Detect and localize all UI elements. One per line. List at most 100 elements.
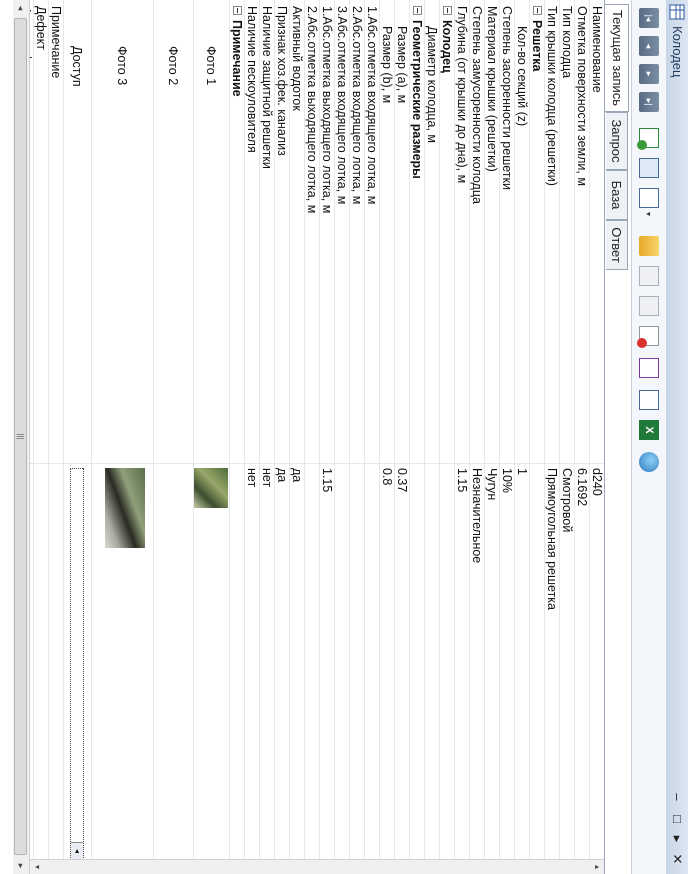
property-row[interactable]: Кол-во секций (z) 1 bbox=[514, 0, 529, 860]
property-value[interactable]: 10% bbox=[500, 468, 514, 493]
property-row[interactable]: Фото 3 bbox=[91, 0, 153, 860]
tab-query[interactable]: Запрос bbox=[606, 112, 628, 170]
property-row[interactable]: Фото 2 bbox=[153, 0, 193, 860]
tab-current-record[interactable]: Текущая запись bbox=[605, 4, 629, 112]
property-label: Фото 1 bbox=[204, 46, 218, 86]
property-value[interactable]: нет bbox=[245, 468, 259, 487]
property-row[interactable]: Размер (a), м 0.37 bbox=[394, 0, 409, 860]
property-value[interactable]: d240 bbox=[590, 468, 604, 496]
property-value[interactable]: 1.15 bbox=[455, 468, 469, 492]
close-button[interactable]: ✕ bbox=[667, 846, 687, 872]
collapse-icon[interactable] bbox=[443, 6, 452, 15]
group-row[interactable]: Примечание bbox=[229, 0, 244, 860]
app-window: Колодец – □ ▸ ✕ |◂ ◂ ▸ ▸| ▾ X Текущая за… bbox=[0, 0, 688, 874]
scroll-right-icon[interactable]: ▸ bbox=[13, 858, 29, 874]
tab-answer[interactable]: Ответ bbox=[606, 220, 628, 270]
property-value[interactable]: 0.8 bbox=[380, 468, 394, 485]
property-row[interactable]: Наличие пескоуловителя нет bbox=[244, 0, 259, 860]
collapse-icon[interactable] bbox=[233, 6, 242, 15]
property-row[interactable]: Степень засоренности решетки 10% bbox=[499, 0, 514, 860]
next-record-icon[interactable]: ▸ bbox=[639, 64, 659, 84]
excel-icon[interactable]: X bbox=[639, 420, 659, 440]
scroll-up-icon[interactable]: ▴ bbox=[590, 860, 604, 874]
find-dropdown-icon[interactable]: ▾ bbox=[644, 212, 653, 216]
property-row[interactable]: 2.Абс.отметка выходящего лотка, м bbox=[304, 0, 319, 860]
property-value[interactable]: нет bbox=[260, 468, 274, 487]
first-record-icon[interactable]: |◂ bbox=[639, 8, 659, 28]
property-value[interactable]: 1 bbox=[515, 468, 529, 475]
property-row[interactable]: 1.Абс.отметка входящего лотка, м bbox=[364, 0, 379, 860]
property-row[interactable]: Наличие защитной решетки нет bbox=[259, 0, 274, 860]
property-row[interactable]: 1.Абс.отметка выходящего лотка, м 1.15 bbox=[319, 0, 334, 860]
property-label: Геометрические размеры bbox=[410, 20, 424, 179]
property-row[interactable]: Тип колодца Смотровой bbox=[559, 0, 574, 860]
property-label: 1.Абс.отметка выходящего лотка, м bbox=[320, 6, 334, 214]
property-label: Доступ bbox=[70, 46, 84, 87]
property-value[interactable]: Чугун bbox=[485, 468, 499, 500]
disabled-icon-1 bbox=[639, 266, 659, 286]
tab-base[interactable]: База bbox=[606, 170, 628, 220]
photo-thumbnail[interactable] bbox=[105, 468, 145, 548]
property-grid: Наименование d240 Отметка поверхности земл… bbox=[18, 0, 604, 860]
property-label: Степень засоренности решетки bbox=[500, 6, 514, 190]
group-row[interactable]: Геометрические размеры bbox=[409, 0, 424, 860]
web-icon[interactable] bbox=[639, 452, 659, 472]
group-row[interactable]: Решетка bbox=[529, 0, 544, 860]
property-row[interactable]: Наименование d240 bbox=[589, 0, 604, 860]
scroll-thumb[interactable]: ||| bbox=[14, 18, 27, 855]
collapse-icon[interactable] bbox=[533, 6, 542, 15]
property-row[interactable]: Тип крышки колодца (решетки) Прямоугольна… bbox=[544, 0, 559, 860]
property-value[interactable]: Незначительное bbox=[470, 468, 484, 563]
last-record-icon[interactable]: ▸| bbox=[639, 92, 659, 112]
property-label: Решетка bbox=[530, 20, 544, 72]
property-value[interactable]: Смотровой bbox=[560, 468, 574, 532]
property-value[interactable]: 1.15 bbox=[320, 468, 334, 492]
copy-icon[interactable] bbox=[639, 236, 659, 256]
property-row[interactable]: Активный водоток да bbox=[289, 0, 304, 860]
property-row[interactable]: Фото 1 bbox=[193, 0, 229, 860]
property-row[interactable]: 3.Абс.отметка входящего лотка, м bbox=[334, 0, 349, 860]
property-value[interactable]: 0.37 bbox=[395, 468, 409, 492]
find-icon[interactable] bbox=[639, 188, 659, 208]
collapse-icon[interactable] bbox=[413, 6, 422, 15]
print-icon[interactable] bbox=[639, 390, 659, 410]
property-label: Фото 2 bbox=[166, 46, 180, 86]
property-label: Размер (b), м bbox=[380, 26, 394, 104]
property-row[interactable]: 2.Абс.отметка входящего лотка, м bbox=[349, 0, 364, 860]
property-row[interactable]: Признак хоз.фек. канализ да bbox=[274, 0, 289, 860]
prev-record-icon[interactable]: ◂ bbox=[639, 36, 659, 56]
title-bar[interactable]: Колодец – □ ▸ ✕ bbox=[665, 0, 688, 874]
group-row[interactable]: Колодец bbox=[439, 0, 454, 860]
property-row[interactable]: Отметка поверхности земли, м 6.1692 bbox=[574, 0, 589, 860]
vertical-scrollbar[interactable]: ▴ ▾ bbox=[30, 859, 604, 874]
property-row[interactable]: Доступ ◂ bbox=[63, 0, 91, 860]
property-row[interactable]: Дефект bbox=[33, 0, 48, 860]
property-value[interactable]: да bbox=[290, 468, 304, 482]
property-label: Тип колодца bbox=[560, 6, 574, 79]
form-icon[interactable] bbox=[639, 358, 659, 378]
dropdown-arrow-icon[interactable]: ◂ bbox=[71, 842, 83, 859]
property-value[interactable]: 6.1692 bbox=[575, 468, 589, 506]
photo-thumbnail[interactable] bbox=[194, 468, 228, 508]
table-app-icon bbox=[669, 4, 685, 20]
access-dropdown[interactable]: ◂ bbox=[70, 468, 84, 860]
property-row[interactable]: Степень замусоренности колодца Незначител… bbox=[469, 0, 484, 860]
property-value[interactable]: Прямоугольная решетка bbox=[545, 468, 559, 610]
window-title: Колодец bbox=[670, 26, 685, 78]
property-row[interactable]: Примечание bbox=[48, 0, 63, 860]
property-label: Глубина (от крышки до дна), м bbox=[455, 6, 469, 184]
delete-record-icon[interactable] bbox=[637, 326, 659, 348]
new-record-icon[interactable] bbox=[637, 128, 659, 150]
property-row[interactable]: Размер (b), м 0.8 bbox=[379, 0, 394, 860]
property-row[interactable]: Глубина (от крышки до дна), м 1.15 bbox=[454, 0, 469, 860]
horizontal-scrollbar[interactable]: ◂ ||| ▸ bbox=[13, 0, 30, 874]
scroll-left-icon[interactable]: ◂ bbox=[13, 0, 29, 16]
property-row[interactable]: Диаметр колодца, м bbox=[424, 0, 439, 860]
property-label: Примечание bbox=[49, 6, 63, 79]
property-row[interactable]: Материал крышки (решетки) Чугун bbox=[484, 0, 499, 860]
property-label: Диаметр колодца, м bbox=[425, 26, 439, 144]
property-value[interactable]: да bbox=[275, 468, 289, 482]
scroll-down-icon[interactable]: ▾ bbox=[30, 860, 44, 874]
property-label: Кол-во секций (z) bbox=[515, 26, 529, 127]
refresh-icon[interactable] bbox=[639, 158, 659, 178]
